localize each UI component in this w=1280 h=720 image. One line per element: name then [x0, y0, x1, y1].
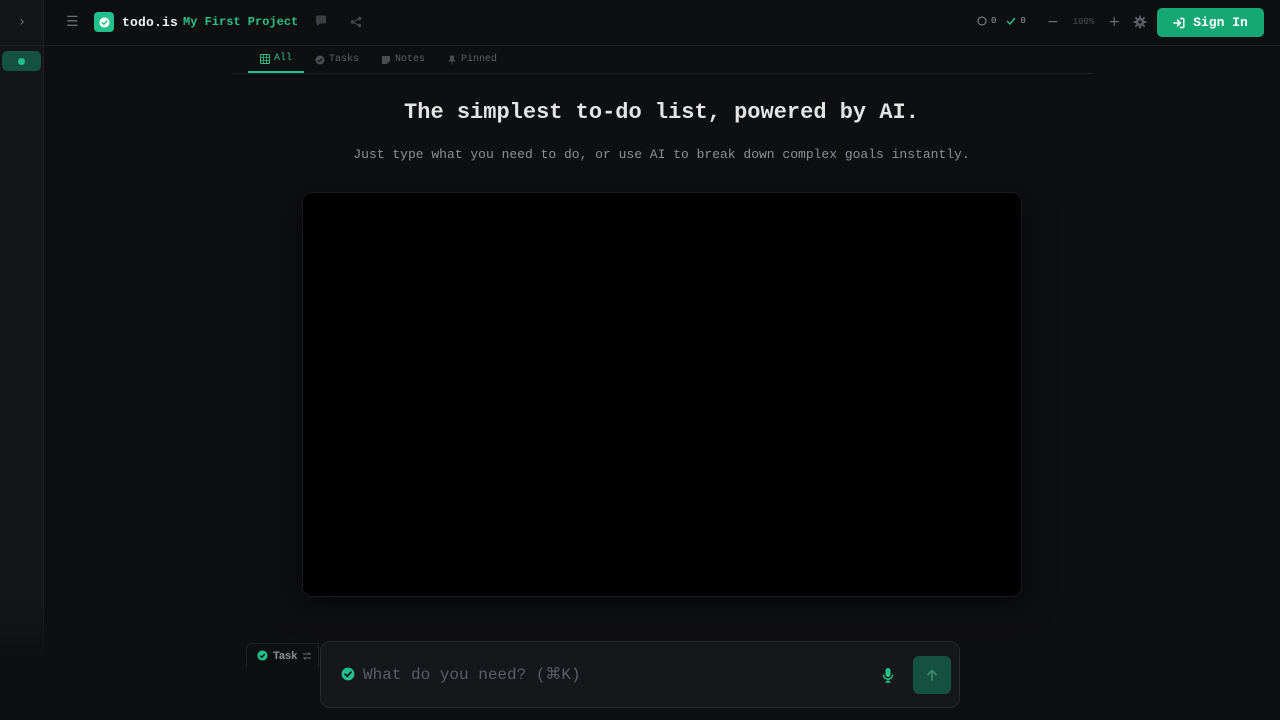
- grid-icon: [260, 53, 270, 64]
- zoom-out-icon[interactable]: −: [1047, 14, 1059, 30]
- check-circle-icon: [341, 667, 355, 686]
- done-count: 0: [1006, 16, 1026, 26]
- check-icon: [1007, 17, 1016, 26]
- circle-icon: [977, 16, 987, 26]
- demo-video[interactable]: [302, 192, 1022, 597]
- zoom-controls: − 100% +: [1047, 14, 1120, 30]
- check-circle-icon: [257, 650, 268, 661]
- sign-in-label: Sign In: [1193, 15, 1248, 30]
- sign-in-button[interactable]: Sign In: [1157, 8, 1264, 37]
- header: ☰ todo.is My First Project 0 0 − 100% +: [44, 0, 1280, 46]
- gear-icon[interactable]: [1133, 15, 1147, 34]
- mode-label: Task: [273, 649, 298, 662]
- brand-name[interactable]: todo.is: [122, 15, 178, 30]
- done-count-value: 0: [1020, 16, 1026, 26]
- chat-icon[interactable]: [314, 14, 328, 33]
- swap-icon: [303, 651, 312, 660]
- microphone-icon[interactable]: [881, 667, 895, 688]
- share-icon[interactable]: [350, 15, 362, 33]
- project-dot-icon: [18, 57, 25, 65]
- tab-pinned[interactable]: Pinned: [436, 46, 508, 73]
- logo-icon[interactable]: [94, 12, 114, 32]
- expand-sidebar-icon[interactable]: ›: [14, 14, 30, 30]
- pin-icon: [447, 55, 457, 65]
- mode-toggle[interactable]: Task: [246, 643, 320, 667]
- tab-all[interactable]: All: [248, 46, 305, 73]
- sidebar-divider: [0, 45, 44, 46]
- tab-notes-label: Notes: [395, 54, 426, 65]
- hero-subtitle: Just type what you need to do, or use AI…: [353, 147, 970, 162]
- task-composer: [320, 641, 960, 708]
- tab-tasks-label: Tasks: [329, 54, 360, 65]
- menu-icon[interactable]: ☰: [66, 14, 80, 30]
- task-input[interactable]: [363, 664, 853, 686]
- pending-count: 0: [977, 16, 996, 26]
- sidebar: ›: [0, 0, 44, 660]
- view-tabs: All Tasks Notes Pinned: [232, 46, 1092, 74]
- tab-pinned-label: Pinned: [461, 54, 498, 65]
- app: › ☰ todo.is My First Project 0 0 − 100% …: [0, 0, 1280, 720]
- zoom-level: 100%: [1072, 17, 1095, 27]
- check-circle-icon: [315, 55, 325, 65]
- task-counts: 0 0: [977, 16, 1026, 26]
- sidebar-project-item[interactable]: [2, 51, 41, 71]
- tab-tasks[interactable]: Tasks: [304, 46, 370, 73]
- tab-notes[interactable]: Notes: [370, 46, 436, 73]
- arrow-up-icon: [927, 669, 937, 681]
- note-icon: [381, 55, 391, 65]
- project-title[interactable]: My First Project: [183, 15, 298, 29]
- hero-title: The simplest to-do list, powered by AI.: [404, 100, 919, 125]
- sign-in-icon: [1173, 17, 1185, 28]
- tab-all-label: All: [274, 53, 293, 64]
- zoom-in-icon[interactable]: +: [1108, 14, 1120, 30]
- pending-count-value: 0: [991, 16, 997, 26]
- send-button[interactable]: [913, 656, 951, 694]
